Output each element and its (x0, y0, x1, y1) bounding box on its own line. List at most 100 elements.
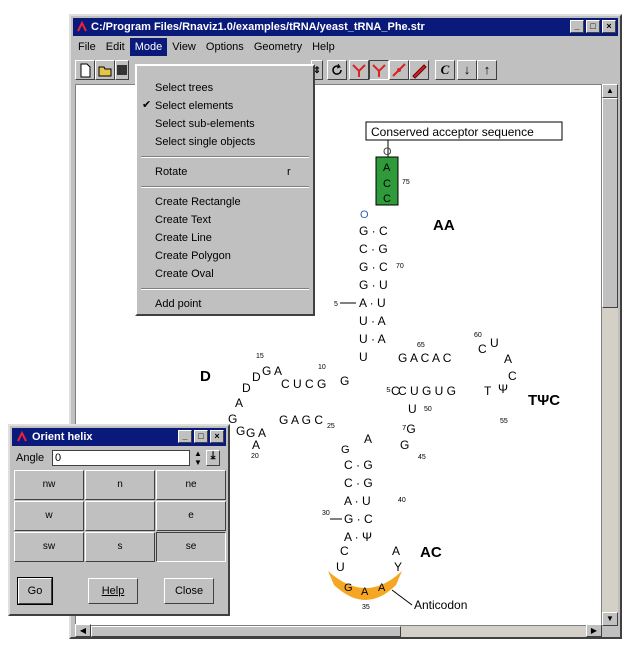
svg-text:C · G: C · G (359, 242, 388, 256)
maximize-button[interactable]: □ (586, 20, 600, 33)
vertical-scroll-thumb[interactable] (602, 98, 618, 308)
menu-item-add-point[interactable]: Add point (155, 296, 201, 312)
dialog-close-button[interactable]: × (210, 430, 224, 443)
svg-text:65: 65 (417, 342, 425, 349)
orient-nw-button[interactable]: nw (14, 470, 84, 500)
menu-geometry[interactable]: Geometry (249, 38, 307, 56)
go-button[interactable]: Go (17, 577, 53, 605)
menu-item-create-oval[interactable]: Create Oval (155, 266, 214, 282)
angle-label: Angle (16, 452, 45, 464)
svg-text:U · A: U · A (359, 332, 386, 346)
close-button[interactable]: × (602, 20, 616, 33)
dialog-title-bar: Orient helix _ □ × (12, 428, 226, 446)
menu-item-create-rectangle[interactable]: Create Rectangle (155, 194, 241, 210)
svg-text:Ψ: Ψ (498, 382, 508, 396)
draw-icon[interactable] (389, 60, 409, 80)
menu-help[interactable]: Help (307, 38, 340, 56)
svg-text:C: C (508, 369, 517, 383)
menu-separator (141, 186, 309, 188)
up-arrow-icon[interactable]: ↑ (477, 60, 497, 80)
svg-text:U: U (490, 336, 499, 350)
menu-item-rotate[interactable]: Rotate (155, 164, 187, 180)
svg-text:A · U: A · U (359, 296, 386, 310)
menu-file[interactable]: File (73, 38, 101, 56)
menu-item-select-sub-elements[interactable]: Select sub-elements (155, 116, 255, 132)
menu-item-create-polygon[interactable]: Create Polygon (155, 248, 231, 264)
menu-mode[interactable]: Mode (129, 38, 168, 56)
scroll-up-icon[interactable]: ▲ (602, 84, 618, 98)
menu-item-select-trees[interactable]: Select trees (155, 80, 213, 96)
help-button[interactable]: Help (88, 578, 138, 604)
curve-icon[interactable]: C (435, 60, 455, 80)
pencil-icon[interactable] (409, 60, 429, 80)
label-ac: AC (420, 544, 442, 561)
svg-text:A · Ψ: A · Ψ (344, 530, 372, 544)
menu-item-select-elements[interactable]: Select elements (155, 98, 233, 114)
orient-s-button[interactable]: s (85, 532, 155, 562)
angle-apply-icon[interactable]: ⤓ (206, 450, 220, 466)
orient-ne-button[interactable]: ne (156, 470, 226, 500)
select-element-icon[interactable] (369, 60, 389, 80)
svg-text:C · G: C · G (344, 458, 373, 472)
svg-text:G A G C: G A G C (279, 413, 323, 427)
angle-input[interactable] (52, 450, 190, 466)
orient-e-button[interactable]: e (156, 501, 226, 531)
select-tree-icon[interactable] (349, 60, 369, 80)
label-d: D (200, 368, 211, 385)
menu-options[interactable]: Options (201, 38, 249, 56)
close-dialog-button[interactable]: Close (164, 578, 214, 604)
svg-text:55: 55 (500, 418, 508, 425)
menu-edit[interactable]: Edit (101, 38, 130, 56)
svg-text:10: 10 (318, 364, 326, 371)
svg-text:G: G (340, 374, 349, 388)
scroll-right-icon[interactable]: ▶ (586, 624, 602, 637)
rotate-icon[interactable] (327, 60, 347, 80)
svg-text:C: C (383, 193, 391, 205)
menu-item-select-single-objects[interactable]: Select single objects (155, 134, 255, 150)
acceptor-callout: Conserved acceptor sequence (371, 125, 534, 139)
menu-item-create-text[interactable]: Create Text (155, 212, 211, 228)
horizontal-scroll-thumb[interactable] (91, 626, 401, 637)
svg-text:G: G (400, 438, 409, 452)
svg-text:G A: G A (262, 364, 282, 378)
dialog-maximize-button[interactable]: □ (194, 430, 208, 443)
svg-text:35: 35 (362, 604, 370, 611)
orient-center-button[interactable] (85, 501, 155, 531)
svg-text:A · U: A · U (344, 494, 371, 508)
menu-view[interactable]: View (167, 38, 201, 56)
menu-bar: File Edit Mode View Options Geometry Hel… (73, 38, 618, 56)
svg-text:G: G (344, 582, 353, 594)
horizontal-scrollbar[interactable]: ◀ ▶ (75, 624, 602, 637)
svg-text:C U C G: C U C G (281, 377, 326, 391)
scroll-down-icon[interactable]: ▼ (602, 612, 618, 626)
svg-text:O: O (360, 209, 369, 221)
orient-sw-button[interactable]: sw (14, 532, 84, 562)
orient-helix-dialog: Orient helix _ □ × Angle ▲▼ ⤓ nw n ne w … (8, 424, 230, 616)
scroll-left-icon[interactable]: ◀ (75, 624, 91, 637)
orient-se-button[interactable]: se (156, 532, 226, 562)
save-icon[interactable] (115, 60, 129, 80)
svg-text:15: 15 (256, 353, 264, 360)
svg-text:75: 75 (402, 179, 410, 186)
svg-text:A: A (392, 544, 400, 558)
open-icon[interactable] (95, 60, 115, 80)
menu-item-create-line[interactable]: Create Line (155, 230, 212, 246)
svg-text:G · C: G · C (359, 260, 388, 274)
svg-text:U · A: U · A (359, 314, 386, 328)
svg-text:C: C (340, 544, 349, 558)
down-arrow-icon[interactable]: ↓ (457, 60, 477, 80)
new-icon[interactable] (75, 60, 95, 80)
dialog-title: Orient helix (32, 431, 93, 443)
svg-text:⁵C: ⁵C (386, 384, 400, 398)
angle-spinner-icon[interactable]: ▲ ▼ (192, 449, 204, 467)
orient-n-button[interactable]: n (85, 470, 155, 500)
svg-text:A: A (364, 432, 372, 446)
svg-text:Y: Y (394, 560, 402, 574)
vertical-scrollbar[interactable]: ▲ ▼ (602, 84, 618, 626)
app-icon (17, 431, 27, 442)
minimize-button[interactable]: _ (570, 20, 584, 33)
svg-text:D: D (252, 370, 261, 384)
dialog-minimize-button[interactable]: _ (178, 430, 192, 443)
orient-w-button[interactable]: w (14, 501, 84, 531)
svg-text:C: C (478, 342, 487, 356)
